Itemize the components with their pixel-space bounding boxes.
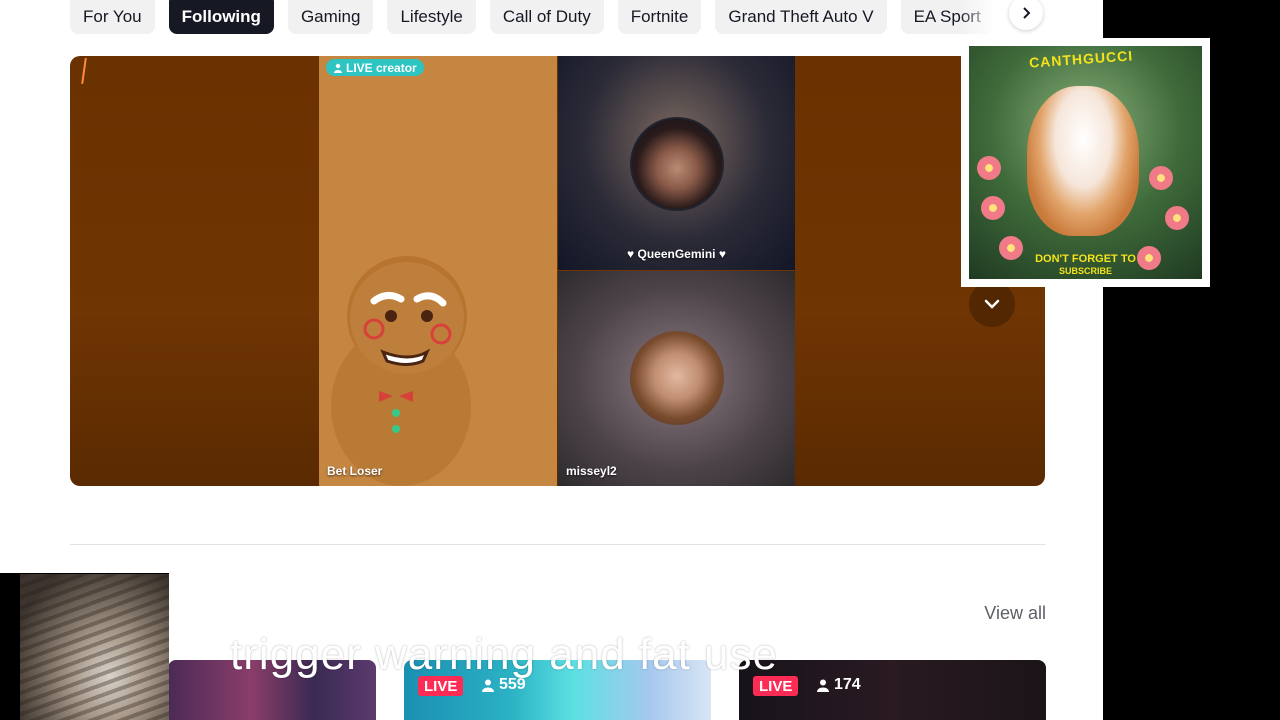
channel-brand: CANTHGUCCI — [1028, 47, 1134, 71]
chip-call-of-duty[interactable]: Call of Duty — [489, 0, 604, 34]
chip-lifestyle[interactable]: Lifestyle — [387, 0, 476, 34]
guest-tile-misseyl2[interactable]: misseyl2 — [558, 271, 795, 486]
flower-decoration — [981, 196, 1005, 220]
cta-line1: DON'T FORGET TO — [1035, 253, 1136, 265]
guest-name: ♥ QueenGemini ♥ — [558, 247, 795, 261]
category-chips: For You Following Gaming Lifestyle Call … — [70, 0, 1045, 34]
viewer-count-value: 174 — [834, 676, 861, 693]
cat-figure — [1027, 86, 1139, 236]
guest-avatar — [630, 331, 724, 425]
flower-decoration — [1149, 166, 1173, 190]
heart-icon: ♥ — [718, 247, 726, 261]
fur-texture — [20, 574, 169, 720]
guest-name-text: QueenGemini — [637, 247, 716, 261]
chevron-down-icon[interactable] — [969, 281, 1015, 327]
flower-decoration — [977, 156, 1001, 180]
view-all-link[interactable]: View all — [984, 603, 1046, 624]
guest-tile-queengemini[interactable]: ♥ QueenGemini ♥ — [558, 56, 795, 270]
chip-fortnite[interactable]: Fortnite — [617, 0, 702, 34]
cat-webcam-feed — [20, 574, 169, 720]
cta-line2: SUBSCRIBE — [1058, 266, 1112, 276]
webcam-overlay — [0, 573, 169, 720]
viewer-count: 174 — [817, 676, 861, 694]
heart-icon: ♥ — [627, 247, 635, 261]
cat-illustration: CANTHGUCCI DON'T FORGET TO SUBSCRIBE — [969, 46, 1202, 279]
flower-decoration — [1165, 206, 1189, 230]
person-icon — [482, 679, 494, 692]
chip-gta-v[interactable]: Grand Theft Auto V — [715, 0, 887, 34]
stream-caption: trigger warning and fat use — [230, 630, 778, 679]
section-divider — [70, 544, 1046, 545]
live-thumbnail[interactable]: LIVE 174 — [739, 660, 1046, 720]
guest-avatar — [630, 117, 724, 211]
chip-for-you[interactable]: For You — [70, 0, 155, 34]
subscribe-overlay-card: CANTHGUCCI DON'T FORGET TO SUBSCRIBE — [961, 38, 1210, 287]
pointer-mark — [81, 57, 87, 85]
gingerbread-avatar — [331, 256, 471, 486]
guest-name: Bet Loser — [327, 464, 383, 478]
guest-tile-bet-loser[interactable]: LIVE creator Bet Loser — [319, 56, 557, 486]
chip-following[interactable]: Following — [168, 0, 274, 34]
person-icon — [817, 679, 829, 692]
chip-gaming[interactable]: Gaming — [287, 0, 374, 34]
live-hero-player[interactable]: LIVE creator Bet Loser ♥ QueenGemini ♥ m… — [70, 56, 1045, 486]
guest-name: misseyl2 — [566, 464, 617, 478]
